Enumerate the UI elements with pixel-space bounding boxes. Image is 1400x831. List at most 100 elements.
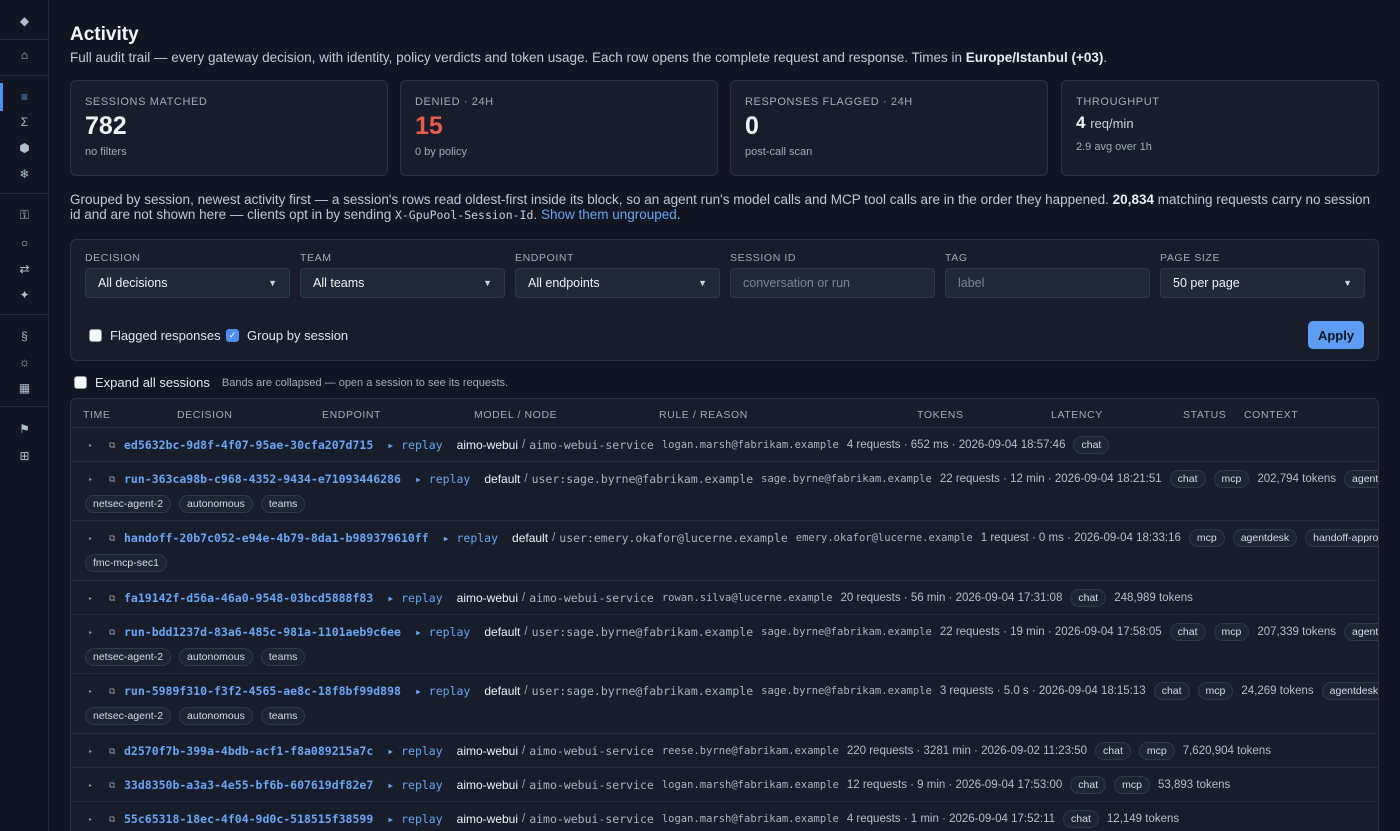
tag-badge[interactable]: teams [260,495,306,513]
replay-link[interactable]: ▸ replay [415,684,470,698]
circle-icon[interactable]: ○ [0,232,49,254]
expand-caret-icon[interactable]: ▸ [89,476,109,483]
col-model-node[interactable]: MODEL / NODE [474,409,557,421]
tag-badge[interactable]: chat [1063,810,1099,828]
replay-link[interactable]: ▸ replay [387,744,442,758]
expand-caret-icon[interactable]: ▸ [89,816,109,823]
col-tokens[interactable]: TOKENS [917,409,964,421]
expand-caret-icon[interactable]: ▸ [89,748,109,755]
col-context[interactable]: CONTEXT [1244,409,1298,421]
tag-badge[interactable]: mcp [1138,742,1175,760]
swap-icon[interactable]: ⇄ [0,258,49,280]
expand-caret-icon[interactable]: ▸ [89,629,109,636]
tag-badge[interactable]: agentdesk [1232,529,1298,547]
tag-badge[interactable]: handoff-approve [1305,529,1378,547]
col-endpoint[interactable]: ENDPOINT [322,409,381,421]
tag-badge[interactable]: netsec-agent-2 [85,495,172,513]
tag-badge[interactable]: chat [1070,776,1107,794]
expand-all-checkbox[interactable] [74,376,87,389]
col-status[interactable]: STATUS [1183,409,1226,421]
replay-link[interactable]: ▸ replay [387,812,442,826]
logo-icon[interactable]: ◆ [0,10,49,32]
tag-badge[interactable]: mcp [1197,682,1234,700]
team-select[interactable]: All teams ▼ [300,268,505,298]
tag-badge[interactable]: mcp [1188,529,1225,547]
expand-all-label[interactable]: Expand all sessions [95,375,210,390]
replay-link[interactable]: ▸ replay [387,778,442,792]
col-rule-reason[interactable]: RULE / REASON [659,409,748,421]
col-latency[interactable]: LATENCY [1051,409,1103,421]
group-by-session-checkbox[interactable]: ✓ [226,329,239,342]
col-time[interactable]: TIME [83,409,110,421]
session-id-link[interactable]: run-5989f310-f3f2-4565-ae8c-18f8bf99d898 [124,684,401,698]
expand-caret-icon[interactable]: ▸ [89,442,109,449]
tag-input[interactable]: label [945,268,1150,298]
session-row[interactable]: ▸ ⧉ handoff-20b7c052-e94e-4b79-8da1-b98937… [71,521,1378,581]
tag-badge[interactable]: autonomous [179,495,253,513]
home-icon[interactable]: ⌂ [0,44,49,66]
replay-link[interactable]: ▸ replay [415,472,470,486]
session-row[interactable]: ▸ ⧉ run-5989f310-f3f2-4565-ae8c-18f8bf99d8… [71,674,1378,734]
apps-icon[interactable]: ⊞ [0,445,49,467]
tag-badge[interactable]: chat [1070,589,1107,607]
session-id-link[interactable]: handoff-20b7c052-e94e-4b79-8da1-b9893796… [124,531,429,545]
session-id-link[interactable]: 33d8350b-a3a3-4e55-bf6b-607619df82e7 [124,778,373,792]
activity-icon[interactable]: ≡ [0,83,49,111]
section-icon[interactable]: § [0,325,49,347]
session-row[interactable]: ▸ ⧉ fa19142f-d56a-46a0-9548-03bcd5888f83 ▸ … [71,581,1378,615]
flag-icon[interactable]: ⚑ [0,418,49,440]
tag-badge[interactable]: teams [260,648,306,666]
page-size-select[interactable]: 50 per page ▼ [1160,268,1365,298]
tag-badge[interactable]: teams [260,707,306,725]
tag-badge[interactable]: mcp [1213,470,1250,488]
tag-badge[interactable]: chat [1169,470,1206,488]
tag-badge[interactable]: chat [1073,436,1110,454]
col-decision[interactable]: DECISION [177,409,233,421]
replay-link[interactable]: ▸ replay [443,531,498,545]
settings-icon[interactable]: ☼ [0,351,49,373]
flagged-responses-checkbox[interactable] [89,329,102,342]
session-row[interactable]: ▸ ⧉ 55c65318-18ec-4f04-9d0c-518515f38599 ▸ … [71,802,1378,831]
tag-badge[interactable]: fmc-mcp-sec1 [85,554,167,572]
replay-link[interactable]: ▸ replay [387,438,442,452]
expand-caret-icon[interactable]: ▸ [89,688,109,695]
flagged-responses-toggle[interactable]: Flagged responses [89,328,221,343]
session-id-link[interactable]: d2570f7b-399a-4bdb-acf1-f8a089215a7c [124,744,373,758]
session-id-link[interactable]: 55c65318-18ec-4f04-9d0c-518515f38599 [124,812,373,826]
replay-link[interactable]: ▸ replay [387,591,442,605]
session-id-link[interactable]: run-bdd1237d-83a6-485c-981a-1101aeb9c6ee [124,625,401,639]
tag-badge[interactable]: chat [1095,742,1131,760]
session-id-link[interactable]: ed5632bc-9d8f-4f07-95ae-30cfa207d715 [124,438,373,452]
session-id-input[interactable]: conversation or run [730,268,935,298]
session-row[interactable]: ▸ ⧉ run-bdd1237d-83a6-485c-981a-1101aeb9c6… [71,615,1378,674]
tag-badge[interactable]: netsec-agent-2 [85,707,172,725]
tag-badge[interactable]: autonomous [179,707,253,725]
group-by-session-toggle[interactable]: ✓ Group by session [226,328,348,343]
session-row[interactable]: ▸ ⧉ 33d8350b-a3a3-4e55-bf6b-607619df82e7 ▸ … [71,768,1378,802]
grid-icon[interactable]: ▦ [0,377,49,399]
endpoint-select[interactable]: All endpoints ▼ [515,268,720,298]
show-ungrouped-link[interactable]: Show them ungrouped [541,207,677,222]
tag-badge[interactable]: autonomous [179,648,253,666]
tag-badge[interactable]: mcp [1114,776,1150,794]
expand-caret-icon[interactable]: ▸ [89,595,109,602]
expand-caret-icon[interactable]: ▸ [89,535,109,542]
session-id-link[interactable]: fa19142f-d56a-46a0-9548-03bcd5888f83 [124,591,373,605]
gear-icon[interactable]: ❄ [0,163,49,185]
session-id-link[interactable]: run-363ca98b-c968-4352-9434-e71093446286 [124,472,401,486]
session-row[interactable]: ▸ ⧉ run-363ca98b-c968-4352-9434-e710934462… [71,462,1378,521]
replay-link[interactable]: ▸ replay [415,625,470,639]
sparkle-icon[interactable]: ✦ [0,284,49,306]
tag-badge[interactable]: chat [1169,623,1206,641]
tag-badge[interactable]: agentdesk [1321,682,1378,700]
tag-badge[interactable]: agentdesk [1344,470,1378,488]
key-icon[interactable]: ⚿ [0,204,49,226]
apply-button[interactable]: Apply [1308,321,1364,349]
sigma-icon[interactable]: Σ [0,111,49,133]
decision-select[interactable]: All decisions ▼ [85,268,290,298]
expand-caret-icon[interactable]: ▸ [89,782,109,789]
session-row[interactable]: ▸ ⧉ d2570f7b-399a-4bdb-acf1-f8a089215a7c ▸ … [71,734,1378,768]
tag-badge[interactable]: mcp [1213,623,1250,641]
hexagon-icon[interactable]: ⬢ [0,137,49,159]
tag-badge[interactable]: chat [1153,682,1190,700]
